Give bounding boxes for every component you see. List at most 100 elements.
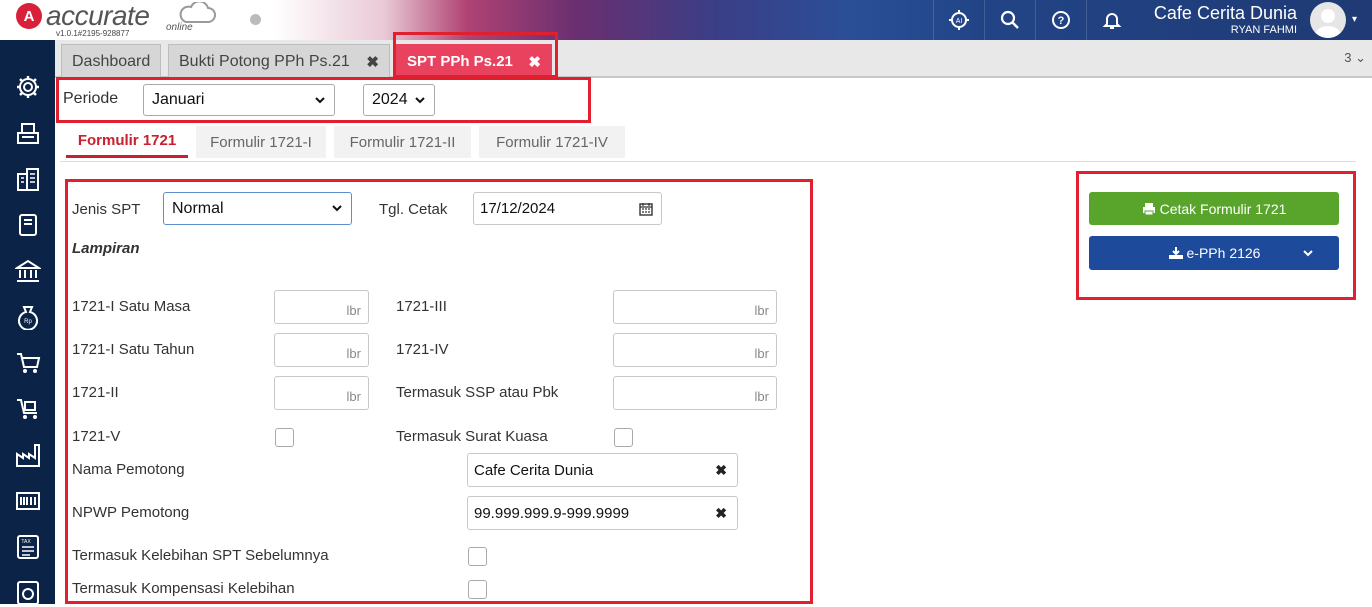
kompensasi-checkbox[interactable] (468, 580, 487, 599)
logo-text: accurate (46, 0, 150, 31)
tab-formulir-1721-iv[interactable]: Formulir 1721-IV (479, 126, 625, 158)
surat-kuasa-checkbox[interactable] (614, 428, 633, 447)
money-bag-icon[interactable]: Rp (14, 303, 42, 331)
ssp-label: Termasuk SSP atau Pbk (396, 384, 559, 401)
status-dot (250, 14, 261, 25)
avatar[interactable] (1310, 2, 1346, 38)
report-icon[interactable] (14, 579, 42, 607)
cash-register-icon[interactable] (14, 119, 42, 147)
cart-box-icon[interactable] (14, 395, 42, 423)
cetak-formulir-button[interactable]: Cetak Formulir 1721 (1089, 192, 1339, 225)
periode-label: Periode (63, 90, 119, 107)
tab-label: Dashboard (72, 52, 151, 70)
epph-button[interactable]: e-PPh 2126 (1089, 236, 1339, 270)
npwp-value: 99.999.999.9-999.9999 (474, 504, 630, 522)
v-label: 1721-V (72, 428, 121, 445)
factory-icon[interactable] (14, 441, 42, 469)
book-icon[interactable] (14, 211, 42, 239)
tab-formulir-1721[interactable]: Formulir 1721 (66, 126, 188, 158)
iii-input[interactable]: lbr (613, 290, 777, 324)
tab-count[interactable]: 3 ⌄ (1344, 50, 1366, 66)
svg-text:?: ? (1057, 15, 1064, 27)
form-tabs: Formulir 1721 Formulir 1721-I Formulir 1… (60, 124, 1356, 162)
nama-pemotong-value: Cafe Cerita Dunia (474, 461, 594, 479)
year-value: 2024 (372, 91, 408, 108)
version-text: v1.0.1#2195-928877 (56, 29, 130, 38)
chevron-down-icon[interactable]: ▾ (1352, 14, 1357, 25)
jenis-spt-label: Jenis SPT (72, 201, 141, 218)
jenis-spt-value: Normal (172, 199, 224, 217)
iii-label: 1721-III (396, 298, 447, 315)
surat-kuasa-label: Termasuk Surat Kuasa (396, 428, 548, 445)
top-bar: A accurate online v1.0.1#2195-928877 AI … (0, 0, 1372, 40)
satu-tahun-input[interactable]: lbr (274, 333, 369, 367)
year-select[interactable]: 2024 (363, 84, 435, 116)
tab-label: Bukti Potong PPh Ps.21 (179, 52, 350, 70)
jenis-spt-select[interactable]: Normal (163, 192, 352, 225)
kelebihan-checkbox[interactable] (468, 547, 487, 566)
tgl-cetak-input[interactable]: 17/12/2024 (473, 192, 662, 225)
bell-icon[interactable] (1086, 0, 1136, 40)
cart-icon[interactable] (14, 349, 42, 377)
close-icon[interactable]: ✖ (366, 53, 379, 71)
clear-icon[interactable]: ✖ (715, 505, 727, 522)
building-icon[interactable] (14, 165, 42, 193)
logo-online: online (166, 22, 193, 33)
help-icon[interactable]: ? (1035, 0, 1085, 40)
company-name: Cafe Cerita Dunia (1153, 3, 1297, 23)
close-icon[interactable]: ✖ (528, 53, 541, 71)
clear-icon[interactable]: ✖ (715, 462, 727, 479)
search-icon[interactable] (984, 0, 1034, 40)
calendar-icon[interactable] (639, 202, 653, 216)
bank-icon[interactable] (14, 257, 42, 285)
tgl-cetak-value: 17/12/2024 (480, 200, 556, 217)
tgl-cetak-label: Tgl. Cetak (379, 201, 448, 218)
cetak-formulir-label: Cetak Formulir 1721 (1159, 200, 1287, 217)
satu-tahun-label: 1721-I Satu Tahun (72, 341, 195, 358)
unit-label: lbr (754, 303, 769, 318)
svg-text:TAX: TAX (21, 539, 31, 545)
kelebihan-label: Termasuk Kelebihan SPT Sebelumnya (72, 547, 329, 564)
month-value: Januari (152, 91, 205, 108)
chevron-down-icon (315, 97, 325, 104)
tab-count-value: 3 (1344, 50, 1352, 65)
ii-input[interactable]: lbr (274, 376, 369, 410)
unit-label: lbr (346, 303, 361, 318)
tab-bar: Dashboard Bukti Potong PPh Ps.21 ✖ SPT P… (55, 40, 1372, 78)
satu-masa-input[interactable]: lbr (274, 290, 369, 324)
ssp-input[interactable]: lbr (613, 376, 777, 410)
company-info[interactable]: Cafe Cerita Dunia RYAN FAHMI (1154, 3, 1297, 37)
ai-icon[interactable]: AI (933, 0, 983, 40)
tax-icon[interactable]: TAX (14, 533, 42, 561)
logo-mark: A (16, 3, 42, 29)
kompensasi-label: Termasuk Kompensasi Kelebihan (72, 580, 295, 597)
svg-text:AI: AI (955, 18, 962, 25)
iv-input[interactable]: lbr (613, 333, 777, 367)
tab-spt-pph[interactable]: SPT PPh Ps.21 ✖ (396, 44, 552, 78)
printer-icon (1142, 202, 1155, 215)
tab-formulir-1721-ii[interactable]: Formulir 1721-II (334, 126, 471, 158)
unit-label: lbr (346, 346, 361, 361)
barcode-icon[interactable] (14, 487, 42, 515)
nama-pemotong-input[interactable]: Cafe Cerita Dunia ✖ (467, 453, 738, 487)
month-select[interactable]: Januari (143, 84, 335, 116)
app-logo[interactable]: A accurate (16, 0, 150, 31)
tab-bukti-potong[interactable]: Bukti Potong PPh Ps.21 ✖ (168, 44, 390, 78)
v-checkbox[interactable] (275, 428, 294, 447)
unit-label: lbr (754, 346, 769, 361)
lampiran-label: Lampiran (72, 240, 140, 257)
download-icon (1168, 247, 1183, 259)
sidebar: Rp TAX (0, 40, 55, 607)
cloud-icon (179, 2, 216, 23)
chevron-down-icon[interactable] (1303, 248, 1313, 258)
npwp-input[interactable]: 99.999.999.9-999.9999 ✖ (467, 496, 738, 530)
tab-formulir-1721-i[interactable]: Formulir 1721-I (196, 126, 326, 158)
gear-icon[interactable] (14, 73, 42, 101)
user-name: RYAN FAHMI (1230, 24, 1297, 36)
tab-label: SPT PPh Ps.21 (407, 53, 513, 70)
chevron-down-icon (415, 97, 425, 104)
iv-label: 1721-IV (396, 341, 449, 358)
npwp-label: NPWP Pemotong (72, 504, 190, 521)
chevron-down-icon (332, 205, 342, 212)
tab-dashboard[interactable]: Dashboard (61, 44, 161, 78)
